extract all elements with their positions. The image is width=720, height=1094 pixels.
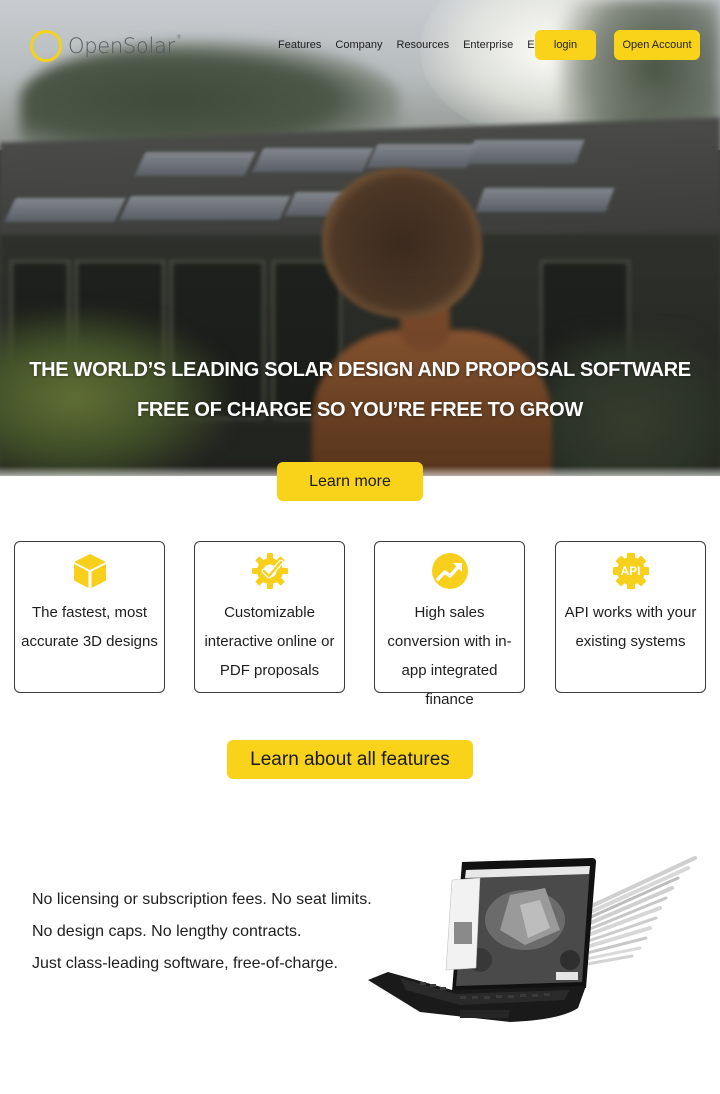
nav-links: Features Company Resources Enterprise EN: [278, 39, 543, 51]
trending-up-icon: [431, 552, 469, 590]
feature-text: Customizable interactive online or PDF p…: [204, 604, 335, 679]
nav-link-resources[interactable]: Resources: [397, 39, 450, 51]
feature-text: High sales conversion with in-app integr…: [387, 604, 512, 708]
brand-name: OpenSolar: [68, 34, 175, 58]
open-account-button[interactable]: Open Account: [614, 30, 700, 60]
promo-line: Just class-leading software, free-of-cha…: [32, 955, 338, 972]
hero-headline: THE WORLD’S LEADING SOLAR DESIGN AND PRO…: [29, 359, 691, 381]
cube-icon: [71, 552, 109, 590]
hero-subheadline: FREE OF CHARGE SO YOU’RE FREE TO GROW: [137, 399, 583, 421]
promo-line: No design caps. No lengthy contracts.: [32, 923, 302, 940]
sun-ring-icon: [30, 30, 62, 62]
feature-card-finance: High sales conversion with in-app integr…: [374, 541, 525, 708]
learn-all-features-button[interactable]: Learn about all features: [227, 740, 473, 779]
login-button[interactable]: login: [535, 30, 596, 60]
trademark-symbol: ®: [175, 34, 182, 41]
feature-text: The fastest, most accurate 3D designs: [21, 604, 158, 650]
logo-text: OpenSolar®: [68, 34, 182, 58]
feature-card-proposals: Customizable interactive online or PDF p…: [194, 541, 345, 693]
logo[interactable]: OpenSolar®: [30, 30, 182, 62]
feature-card-3d-designs: The fastest, most accurate 3D designs: [14, 541, 165, 693]
feature-text: API works with your existing systems: [564, 604, 697, 650]
nav-link-enterprise[interactable]: Enterprise: [463, 39, 513, 51]
laptop-illustration: [360, 850, 720, 1030]
feature-card-api: API API works with your existing systems: [555, 541, 706, 693]
nav-link-features[interactable]: Features: [278, 39, 321, 51]
api-gear-icon: API: [612, 552, 650, 590]
top-navigation: OpenSolar® Features Company Resources En…: [0, 0, 720, 90]
promo-line: No licensing or subscription fees. No se…: [32, 891, 372, 908]
learn-more-button[interactable]: Learn more: [277, 462, 423, 501]
api-label: API: [620, 564, 641, 578]
nav-link-company[interactable]: Company: [335, 39, 382, 51]
gear-check-icon: [251, 552, 289, 590]
